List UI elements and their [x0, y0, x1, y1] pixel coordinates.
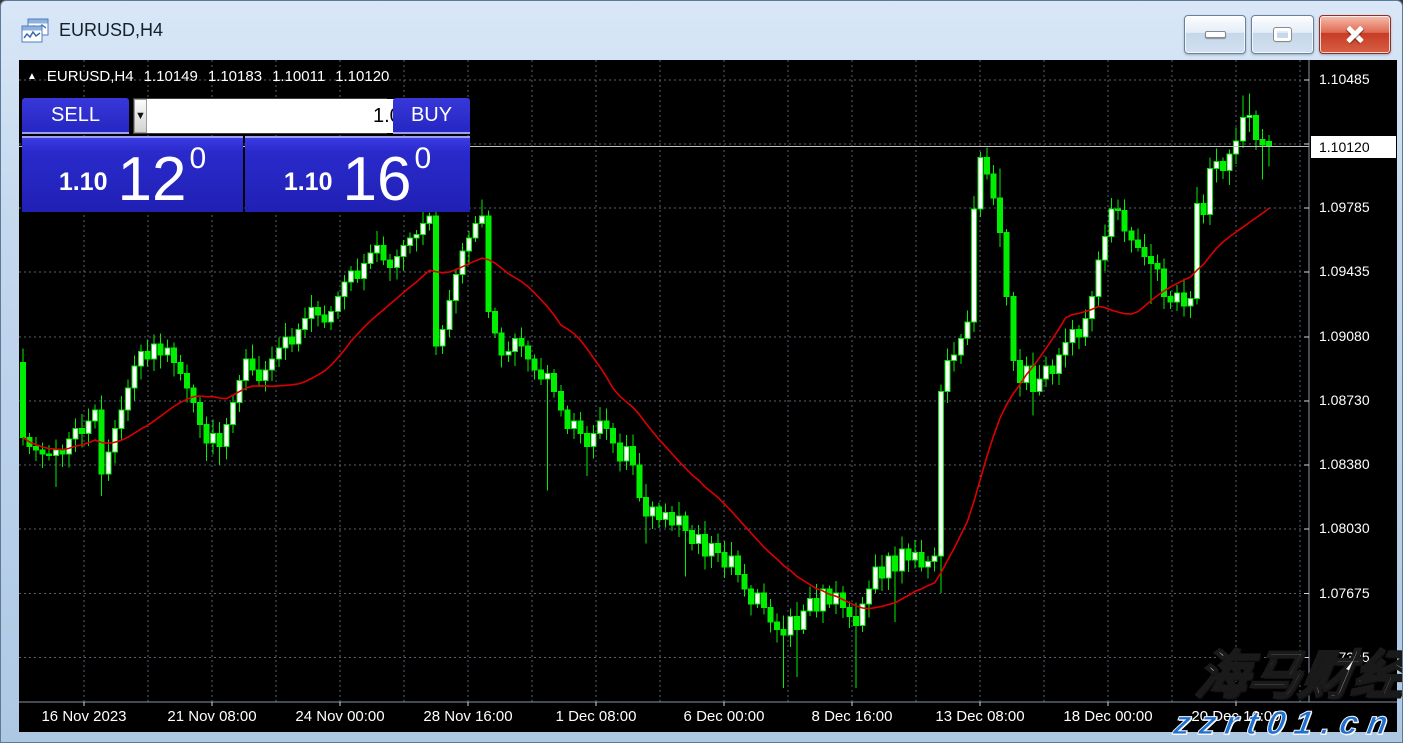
price-axis[interactable]: 1.10120 1.10485 1.09785 1.09435 1.09080 1.08… — [1310, 60, 1397, 702]
window-titlebar[interactable]: EURUSD,H4 — [1, 1, 1402, 60]
ohlc-close: 1.10120 — [335, 68, 389, 85]
price-axis-label: 1.08730 — [1319, 392, 1370, 408]
ohlc-header: ▲ EURUSD,H4 1.10149 1.10183 1.10011 1.10… — [27, 68, 389, 85]
price-axis-label: 1.08030 — [1319, 520, 1370, 536]
price-axis-label: 1.09080 — [1319, 328, 1370, 344]
chart-window-icon — [21, 17, 49, 45]
minimize-icon — [1205, 31, 1226, 38]
time-axis-label: 1 Dec 08:00 — [556, 708, 637, 725]
sell-price-panel[interactable]: 1.10 12 0 — [22, 136, 243, 212]
ask-price-big: 16 — [343, 155, 412, 205]
time-axis-label: 8 Dec 16:00 — [812, 708, 893, 725]
ohlc-low: 1.10011 — [272, 68, 325, 85]
price-axis-label: 1.09435 — [1319, 263, 1370, 279]
maximize-icon — [1274, 28, 1291, 41]
maximize-button[interactable] — [1251, 15, 1314, 54]
price-axis-label: 1.08380 — [1319, 456, 1370, 472]
buy-price-panel[interactable]: 1.10 16 0 — [245, 136, 470, 212]
sell-button[interactable]: SELL — [22, 98, 129, 134]
time-axis-label: 13 Dec 08:00 — [935, 708, 1024, 725]
caret-down-icon: ▼ — [135, 110, 146, 122]
bid-price-big: 12 — [118, 155, 187, 205]
time-axis-label: 18 Dec 00:00 — [1063, 708, 1152, 725]
time-axis-label: 21 Nov 08:00 — [167, 708, 256, 725]
buy-button[interactable]: BUY — [393, 98, 470, 134]
price-axis-label: 1.07325 — [1319, 649, 1370, 665]
price-axis-label: 1.07675 — [1319, 585, 1370, 601]
minimize-button[interactable] — [1184, 15, 1246, 54]
price-axis-label: 1.10485 — [1319, 71, 1370, 87]
close-icon — [1344, 24, 1366, 46]
ohlc-open: 1.10149 — [144, 68, 198, 85]
bid-price-pipette: 0 — [189, 142, 206, 176]
volume-stepper: ▼ ▲ — [133, 98, 387, 134]
ohlc-high: 1.10183 — [208, 68, 262, 85]
time-axis-label: 28 Nov 16:00 — [423, 708, 512, 725]
time-axis[interactable]: 16 Nov 2023 21 Nov 08:00 24 Nov 00:00 28 No… — [19, 702, 1397, 732]
volume-decrease-button[interactable]: ▼ — [134, 99, 147, 133]
price-axis-label: 1.09785 — [1319, 199, 1370, 215]
time-axis-label: 6 Dec 00:00 — [684, 708, 765, 725]
chart-area: ▲ EURUSD,H4 1.10149 1.10183 1.10011 1.10… — [19, 60, 1397, 732]
time-axis-label: 24 Nov 00:00 — [295, 708, 384, 725]
volume-input[interactable] — [147, 99, 422, 133]
current-price-box: 1.10120 — [1311, 136, 1396, 158]
time-axis-label: 20 Dec 16:00 — [1191, 708, 1280, 725]
mt4-chart-window: EURUSD,H4 ▲ EURUSD,H4 1.10149 1.10183 1.… — [0, 0, 1403, 743]
ask-price-pipette: 0 — [414, 142, 431, 176]
bid-price-prefix: 1.10 — [59, 168, 108, 197]
close-button[interactable] — [1319, 15, 1391, 54]
ask-price-prefix: 1.10 — [284, 168, 333, 197]
time-axis-label: 16 Nov 2023 — [41, 708, 126, 725]
up-triangle-icon: ▲ — [27, 71, 37, 82]
window-title: EURUSD,H4 — [59, 20, 163, 41]
ohlc-symbol: EURUSD,H4 — [47, 68, 134, 85]
one-click-trading-panel: SELL ▼ ▲ BUY 1.10 12 0 1.10 16 0 — [22, 98, 470, 212]
